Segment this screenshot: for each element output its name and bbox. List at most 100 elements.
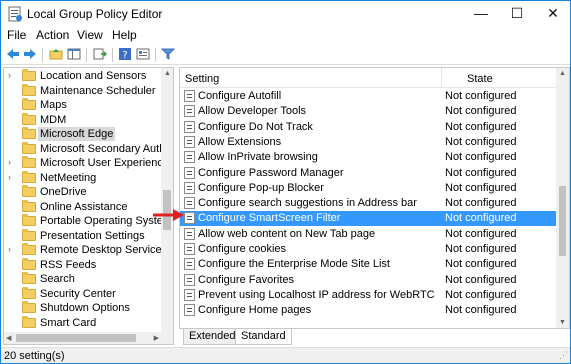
menu-bar: File Action View Help xyxy=(1,27,570,45)
expand-chevron-icon[interactable]: › xyxy=(8,157,16,167)
tree-item[interactable]: › Remote Desktop Services xyxy=(4,243,167,258)
filter-icon[interactable] xyxy=(159,46,177,62)
menu-help[interactable]: Help xyxy=(112,28,137,42)
list-scroll-thumb[interactable] xyxy=(559,186,566,256)
tree-pane[interactable]: › Location and Sensors Maintenance Schedul… xyxy=(3,67,174,345)
folder-icon xyxy=(22,170,36,183)
tree-item[interactable]: OneDrive xyxy=(4,185,162,200)
up-folder-icon[interactable] xyxy=(47,46,65,62)
expand-chevron-icon[interactable]: › xyxy=(8,70,16,80)
tree-item[interactable]: Security Center xyxy=(4,286,162,302)
scroll-up-arrow-icon[interactable]: ▲ xyxy=(164,70,171,77)
back-icon[interactable] xyxy=(4,46,22,62)
list-row[interactable]: Allow web content on New Tab page Not con… xyxy=(180,227,556,242)
maximize-button[interactable]: ☐ xyxy=(500,1,534,25)
folder-icon xyxy=(22,127,36,139)
tab-extended[interactable]: Extended xyxy=(183,329,242,345)
menu-file[interactable]: File xyxy=(7,28,26,42)
tree-item-label: Security Center xyxy=(40,287,116,300)
tree-item[interactable]: Online Assistance xyxy=(4,199,162,215)
status-bar: 20 setting(s) ⋰ xyxy=(1,347,570,363)
setting-name: Configure Autofill xyxy=(198,90,282,102)
tree-item[interactable]: Microsoft Edge xyxy=(4,127,162,142)
list-row[interactable]: Configure SmartScreen Filter Not configur… xyxy=(180,211,556,227)
tree-item-label: Microsoft Secondary Authent xyxy=(40,142,174,155)
toolbar-separator xyxy=(112,48,113,62)
list-row[interactable]: Configure the Enterprise Mode Site List N… xyxy=(180,257,556,272)
list-row[interactable]: Configure Favorites Not configured xyxy=(180,273,556,288)
list-row[interactable]: Allow InPrivate browsing Not configured xyxy=(180,150,556,165)
tab-standard[interactable]: Standard xyxy=(235,329,292,345)
setting-state: Not configured xyxy=(445,181,517,194)
tree-horizontal-scrollbar[interactable]: ◀ ▶ xyxy=(4,332,161,344)
policy-setting-icon xyxy=(184,135,195,148)
properties-icon[interactable] xyxy=(134,46,152,62)
list-vertical-scrollbar[interactable]: ▲ ▼ xyxy=(556,68,569,328)
svg-text:?: ? xyxy=(122,50,127,61)
settings-list[interactable]: Setting State Configure Autofill Not conf… xyxy=(179,67,570,329)
menu-view[interactable]: View xyxy=(77,28,103,42)
expand-chevron-icon[interactable]: › xyxy=(8,172,16,182)
column-divider[interactable] xyxy=(441,68,442,88)
tree-item-label: Maintenance Scheduler xyxy=(40,84,156,97)
tree-item[interactable]: Presentation Settings xyxy=(4,228,162,244)
tree-item-label: OneDrive xyxy=(40,186,87,198)
list-row[interactable]: Configure Do Not Track Not configured xyxy=(180,120,556,135)
tree-item[interactable]: Maps xyxy=(4,98,162,113)
setting-state: Not configured xyxy=(445,304,517,317)
setting-name: Configure search suggestions in Address … xyxy=(198,197,417,210)
tree-item[interactable]: Smart Card xyxy=(4,315,162,331)
minimize-button[interactable]: — xyxy=(464,1,498,25)
view-tabs: Extended Standard xyxy=(179,329,570,345)
folder-icon xyxy=(22,156,36,168)
list-row[interactable]: Configure Pop-up Blocker Not configured xyxy=(180,181,556,196)
folder-icon xyxy=(22,83,36,96)
help-icon[interactable]: ? xyxy=(116,46,134,62)
list-row[interactable]: Allow Extensions Not configured xyxy=(180,135,556,150)
column-header-state[interactable]: State xyxy=(467,73,493,85)
show-hide-tree-icon[interactable] xyxy=(65,46,83,62)
expand-chevron-icon[interactable]: › xyxy=(8,244,16,254)
tree-item[interactable]: Microsoft Secondary Authent xyxy=(4,141,173,157)
tree-hscroll-thumb[interactable] xyxy=(16,334,136,342)
list-row[interactable]: Prevent using Localhost IP address for W… xyxy=(180,288,556,303)
tree-item[interactable]: › Microsoft User Experience Vir xyxy=(4,156,173,171)
list-row[interactable]: Configure Autofill Not configured xyxy=(180,89,556,104)
list-row[interactable]: Configure Home pages Not configured xyxy=(180,303,556,318)
tree-item[interactable]: RSS Feeds xyxy=(4,257,162,273)
scroll-down-arrow-icon[interactable]: ▼ xyxy=(559,319,566,326)
tree-item[interactable]: › Location and Sensors xyxy=(4,69,162,84)
scroll-left-arrow-icon[interactable]: ◀ xyxy=(6,334,11,342)
menu-action[interactable]: Action xyxy=(36,28,69,42)
list-row[interactable]: Configure cookies Not configured xyxy=(180,242,556,257)
tree-item[interactable]: › NetMeeting xyxy=(4,170,162,186)
tree-item-label: Remote Desktop Services xyxy=(40,244,168,256)
list-row[interactable]: Configure Password Manager Not configured xyxy=(180,166,556,181)
setting-state: Not configured xyxy=(445,243,517,255)
setting-state: Not configured xyxy=(445,135,517,148)
tree-item[interactable]: Search xyxy=(4,272,162,287)
scroll-right-arrow-icon[interactable]: ▶ xyxy=(154,334,159,342)
export-list-icon[interactable] xyxy=(91,46,109,62)
list-row[interactable]: Configure search suggestions in Address … xyxy=(180,196,556,211)
tree-vertical-scrollbar[interactable]: ▲ xyxy=(161,68,173,344)
folder-icon xyxy=(22,185,36,197)
setting-state: Not configured xyxy=(445,151,517,164)
policy-setting-icon xyxy=(184,288,195,301)
red-arrow-annotation-icon xyxy=(153,209,184,221)
resize-grip-icon[interactable]: ⋰ xyxy=(559,350,568,361)
tree-item[interactable]: Shutdown Options xyxy=(4,301,162,316)
list-row[interactable]: Allow Developer Tools Not configured xyxy=(180,104,556,119)
tree-item[interactable]: Maintenance Scheduler xyxy=(4,83,162,99)
close-button[interactable]: ✕ xyxy=(536,1,570,25)
scroll-up-arrow-icon[interactable]: ▲ xyxy=(559,70,566,77)
tree-item[interactable]: Portable Operating System xyxy=(4,214,172,229)
forward-icon[interactable] xyxy=(21,46,39,62)
column-header-setting[interactable]: Setting xyxy=(185,73,219,85)
tree-item[interactable]: MDM xyxy=(4,112,162,128)
toolbar-separator xyxy=(86,48,87,62)
tree-item-label: RSS Feeds xyxy=(40,258,97,271)
tree-item-label: Maps xyxy=(40,99,67,111)
folder-icon xyxy=(22,315,36,328)
tree-item-label: Microsoft Edge xyxy=(38,127,116,141)
